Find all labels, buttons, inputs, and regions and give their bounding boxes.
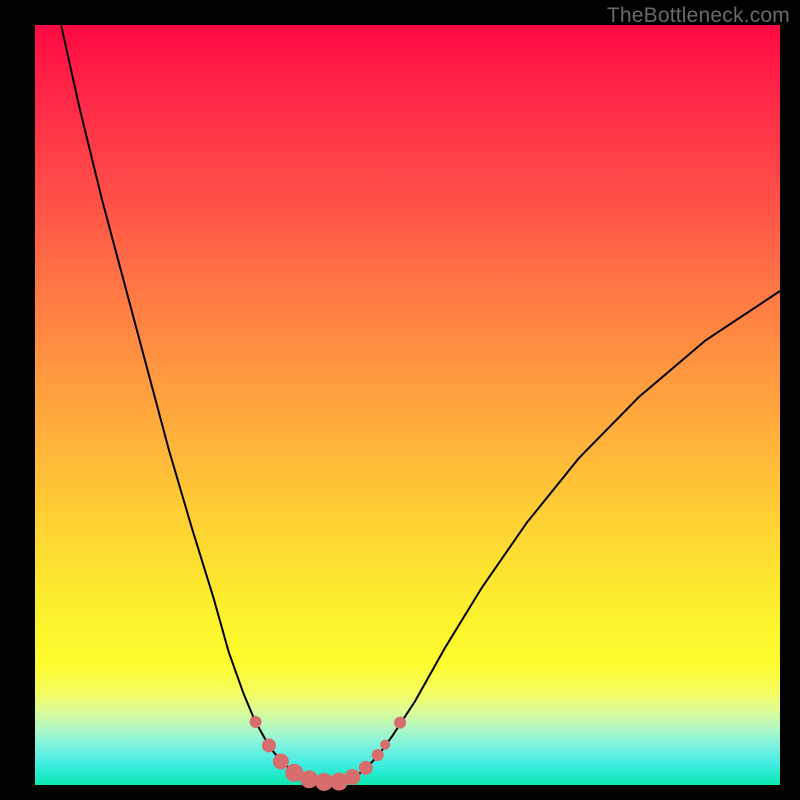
right-curve [333, 291, 780, 783]
data-marker [380, 740, 390, 750]
data-marker [262, 738, 276, 752]
data-marker [300, 770, 318, 788]
data-marker [359, 761, 373, 775]
plot-area [35, 25, 780, 785]
chart-frame: TheBottleneck.com [0, 0, 800, 800]
data-marker [273, 753, 289, 769]
marker-group [250, 716, 407, 791]
chart-svg [35, 25, 780, 785]
data-marker [250, 716, 262, 728]
data-marker [394, 717, 406, 729]
data-marker [344, 769, 360, 785]
data-marker [372, 749, 384, 761]
left-curve [61, 25, 333, 783]
watermark-text: TheBottleneck.com [607, 4, 790, 28]
